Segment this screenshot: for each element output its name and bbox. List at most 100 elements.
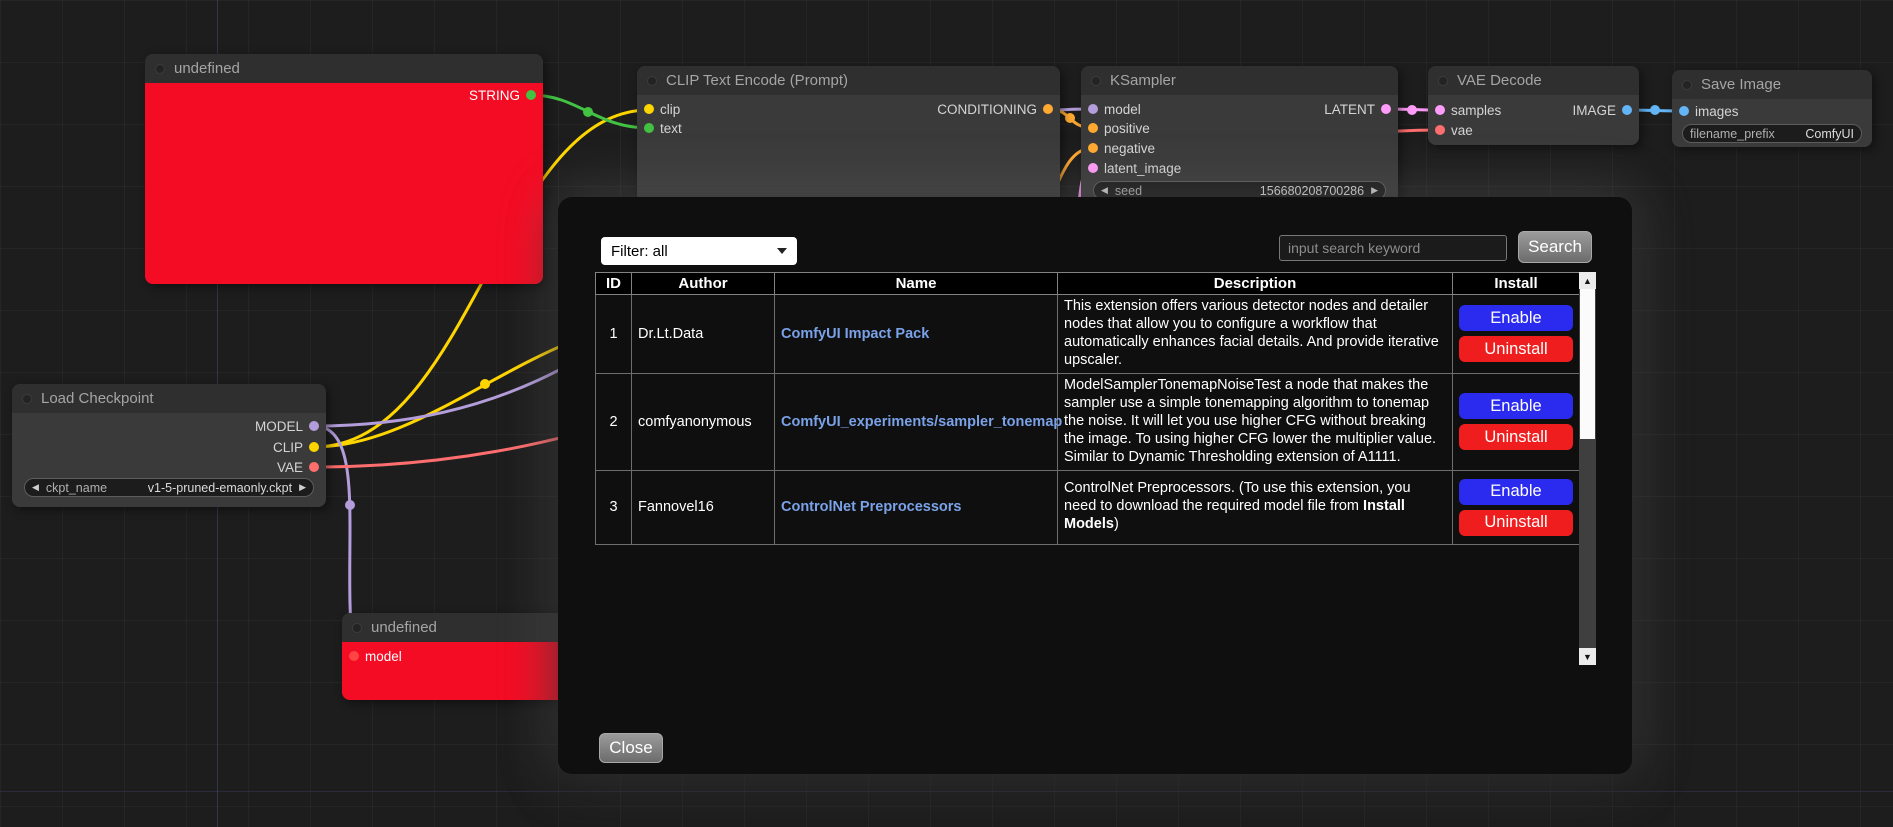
- uninstall-button[interactable]: Uninstall: [1459, 424, 1573, 450]
- node-undefined-top[interactable]: undefined STRING: [145, 54, 543, 284]
- slot-label: images: [1695, 104, 1739, 119]
- slot-dot-icon[interactable]: [1088, 123, 1098, 133]
- node-title-bar[interactable]: VAE Decode: [1428, 66, 1639, 95]
- input-slot-text[interactable]: text: [644, 119, 682, 137]
- arrow-left-icon[interactable]: ◀: [1101, 185, 1108, 196]
- collapse-dot-icon[interactable]: [155, 64, 165, 74]
- uninstall-button[interactable]: Uninstall: [1459, 510, 1573, 536]
- collapse-dot-icon[interactable]: [352, 623, 362, 633]
- ckpt-name-widget[interactable]: ◀ ckpt_name v1-5-pruned-emaonly.ckpt ▶: [24, 478, 314, 497]
- slot-label: model: [365, 649, 402, 664]
- arrow-right-icon[interactable]: ▶: [299, 482, 306, 493]
- extension-link[interactable]: ControlNet Preprocessors: [781, 499, 962, 515]
- node-vae-decode[interactable]: VAE Decode samples vae IMAGE: [1428, 66, 1639, 145]
- output-slot-model[interactable]: MODEL: [255, 417, 319, 435]
- node-load-checkpoint[interactable]: Load Checkpoint MODEL CLIP VAE ◀ ckpt_na…: [12, 384, 326, 507]
- node-save-image[interactable]: Save Image images filename_prefix ComfyU…: [1672, 70, 1872, 147]
- search-button[interactable]: Search: [1518, 231, 1592, 263]
- slot-label: samples: [1451, 103, 1501, 118]
- node-title-bar[interactable]: undefined: [145, 54, 543, 83]
- node-title-bar[interactable]: Load Checkpoint: [12, 384, 326, 413]
- arrow-left-icon[interactable]: ◀: [32, 482, 39, 493]
- node-title: Load Checkpoint: [41, 390, 154, 407]
- filter-select-value: Filter: all: [611, 243, 668, 260]
- enable-button[interactable]: Enable: [1459, 393, 1573, 419]
- extension-link[interactable]: ComfyUI Impact Pack: [781, 326, 929, 342]
- output-slot-image[interactable]: IMAGE: [1572, 101, 1632, 119]
- header-id: ID: [596, 273, 632, 295]
- input-slot-model[interactable]: model: [1088, 100, 1141, 118]
- cell-name: ControlNet Preprocessors: [775, 470, 1058, 544]
- slot-dot-icon[interactable]: [1088, 104, 1098, 114]
- slot-dot-icon[interactable]: [349, 651, 359, 661]
- widget-label: ckpt_name: [46, 481, 107, 495]
- input-slot-latent-image[interactable]: latent_image: [1088, 159, 1181, 177]
- header-name: Name: [775, 273, 1058, 295]
- slot-dot-icon[interactable]: [1622, 105, 1632, 115]
- input-slot-negative[interactable]: negative: [1088, 139, 1155, 157]
- output-slot-vae[interactable]: VAE: [277, 458, 319, 476]
- cell-install: Enable Uninstall: [1453, 373, 1580, 470]
- slot-label: model: [1104, 102, 1141, 117]
- slot-dot-icon[interactable]: [644, 104, 654, 114]
- slot-dot-icon[interactable]: [309, 462, 319, 472]
- input-slot-positive[interactable]: positive: [1088, 119, 1150, 137]
- scrollbar-thumb[interactable]: [1580, 289, 1595, 439]
- slot-dot-icon[interactable]: [309, 421, 319, 431]
- node-clip-text-encode[interactable]: CLIP Text Encode (Prompt) clip text COND…: [637, 66, 1060, 206]
- table-header-row: ID Author Name Description Install: [596, 273, 1580, 295]
- custom-nodes-dialog: Filter: all Search ID Author Name Descri…: [558, 197, 1632, 774]
- output-slot-latent[interactable]: LATENT: [1324, 100, 1391, 118]
- collapse-dot-icon[interactable]: [1682, 80, 1692, 90]
- input-slot-vae[interactable]: vae: [1435, 121, 1473, 139]
- input-slot-images[interactable]: images: [1679, 102, 1739, 120]
- search-input[interactable]: [1279, 235, 1507, 261]
- slot-dot-icon[interactable]: [1088, 143, 1098, 153]
- input-slot-samples[interactable]: samples: [1435, 101, 1501, 119]
- node-title-bar[interactable]: undefined: [342, 613, 572, 642]
- node-title-bar[interactable]: KSampler: [1081, 66, 1398, 95]
- output-slot-clip[interactable]: CLIP: [273, 438, 319, 456]
- node-title: VAE Decode: [1457, 72, 1542, 89]
- scroll-up-icon[interactable]: ▲: [1579, 272, 1596, 289]
- filter-select[interactable]: Filter: all: [601, 237, 797, 265]
- arrow-right-icon[interactable]: ▶: [1371, 185, 1378, 196]
- node-title-bar[interactable]: Save Image: [1672, 70, 1872, 99]
- input-slot-clip[interactable]: clip: [644, 100, 680, 118]
- slot-label: clip: [660, 102, 680, 117]
- cell-description: ControlNet Preprocessors. (To use this e…: [1058, 470, 1453, 544]
- uninstall-button[interactable]: Uninstall: [1459, 336, 1573, 362]
- collapse-dot-icon[interactable]: [1091, 76, 1101, 86]
- scroll-down-icon[interactable]: ▼: [1579, 648, 1596, 665]
- enable-button[interactable]: Enable: [1459, 479, 1573, 505]
- slot-dot-icon[interactable]: [309, 442, 319, 452]
- slot-label: positive: [1104, 121, 1150, 136]
- filename-prefix-widget[interactable]: filename_prefix ComfyUI: [1682, 124, 1862, 143]
- cell-id: 3: [596, 470, 632, 544]
- input-slot-model[interactable]: model: [349, 647, 402, 665]
- slot-dot-icon[interactable]: [1088, 163, 1098, 173]
- close-button[interactable]: Close: [599, 733, 663, 763]
- slot-dot-icon[interactable]: [1435, 105, 1445, 115]
- cell-author: Fannovel16: [632, 470, 775, 544]
- slot-dot-icon[interactable]: [1679, 106, 1689, 116]
- collapse-dot-icon[interactable]: [1438, 76, 1448, 86]
- slot-dot-icon[interactable]: [526, 90, 536, 100]
- widget-label: filename_prefix: [1690, 127, 1775, 141]
- node-title: CLIP Text Encode (Prompt): [666, 72, 848, 89]
- collapse-dot-icon[interactable]: [647, 76, 657, 86]
- output-slot-conditioning[interactable]: CONDITIONING: [937, 100, 1053, 118]
- slot-dot-icon[interactable]: [1435, 125, 1445, 135]
- enable-button[interactable]: Enable: [1459, 305, 1573, 331]
- node-title-bar[interactable]: CLIP Text Encode (Prompt): [637, 66, 1060, 95]
- scrollbar[interactable]: ▲ ▼: [1579, 272, 1596, 665]
- node-title: undefined: [174, 60, 240, 77]
- output-slot-string[interactable]: STRING: [469, 86, 536, 104]
- slot-dot-icon[interactable]: [1381, 104, 1391, 114]
- extension-link[interactable]: ComfyUI_experiments/sampler_tonemap: [781, 414, 1062, 430]
- collapse-dot-icon[interactable]: [22, 394, 32, 404]
- header-description: Description: [1058, 273, 1453, 295]
- node-undefined-bottom[interactable]: undefined model: [342, 613, 572, 700]
- slot-dot-icon[interactable]: [1043, 104, 1053, 114]
- slot-dot-icon[interactable]: [644, 123, 654, 133]
